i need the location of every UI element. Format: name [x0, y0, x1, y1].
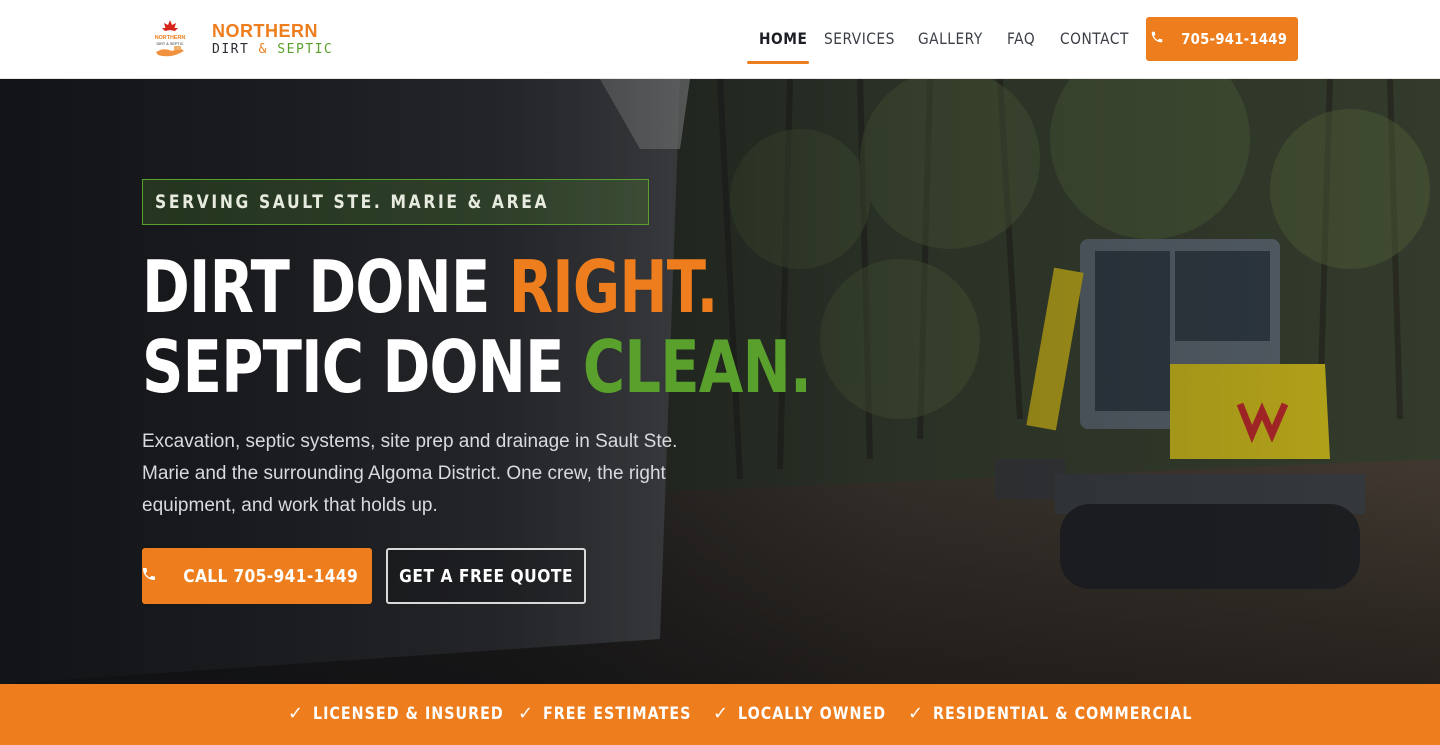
- site-header: NORTHERN DIRT & SEPTIC NORTHERN DIRT & S…: [0, 0, 1440, 79]
- brand-name-line1: NORTHERN: [212, 21, 318, 41]
- free-quote-button[interactable]: GET A FREE QUOTE: [386, 548, 586, 604]
- brand-wordmark: NORTHERN DIRT & SEPTIC: [212, 22, 333, 56]
- hero-section: SERVING SAULT STE. MARIE & AREA DIRT DON…: [0, 79, 1440, 684]
- mini-logo-line2: DIRT & SEPTIC: [156, 42, 183, 46]
- brand-ampersand: &: [258, 42, 268, 57]
- headline-line2-accent: CLEAN.: [582, 325, 812, 409]
- nav-services[interactable]: SERVICES: [824, 29, 895, 48]
- phone-icon: [1150, 30, 1164, 49]
- check-icon: ✓: [713, 703, 729, 723]
- trust-item-label: FREE ESTIMATES: [543, 703, 692, 724]
- service-area-badge: SERVING SAULT STE. MARIE & AREA: [142, 179, 649, 225]
- check-icon: ✓: [908, 703, 924, 723]
- headline-line2-white: SEPTIC DONE: [142, 325, 583, 409]
- headline-line1-accent: RIGHT.: [508, 245, 719, 329]
- trust-item-licensed: ✓ LICENSED & INSURED: [288, 703, 540, 724]
- free-quote-label: GET A FREE QUOTE: [399, 565, 573, 587]
- hero-description: Excavation, septic systems, site prep an…: [142, 431, 678, 516]
- header-call-button[interactable]: 705-941-1449: [1146, 17, 1298, 61]
- hero-call-label: CALL 705-941-1449: [183, 565, 359, 587]
- brand-name-line2: DIRT & SEPTIC: [212, 43, 333, 56]
- headline-line1-white: DIRT DONE: [142, 245, 509, 329]
- trust-item-residential: ✓ RESIDENTIAL & COMMERCIAL: [908, 703, 1242, 724]
- nav-contact[interactable]: CONTACT: [1060, 29, 1129, 48]
- service-area-text: SERVING SAULT STE. MARIE & AREA: [155, 191, 550, 213]
- nav-home[interactable]: HOME: [759, 29, 807, 48]
- brand-septic: SEPTIC: [277, 42, 334, 57]
- trust-bar: ✓ LICENSED & INSURED ✓ FREE ESTIMATES ✓ …: [0, 684, 1440, 745]
- nav-faq[interactable]: FAQ: [1007, 29, 1035, 48]
- trust-item-local: ✓ LOCALLY OWNED: [713, 703, 914, 724]
- phone-icon: [141, 566, 157, 587]
- check-icon: ✓: [288, 703, 304, 723]
- trust-item-estimates: ✓ FREE ESTIMATES: [518, 703, 720, 724]
- trust-item-label: LOCALLY OWNED: [738, 703, 887, 724]
- nav-gallery[interactable]: GALLERY: [918, 29, 983, 48]
- headline-line1: DIRT DONE RIGHT.: [142, 245, 718, 329]
- header-call-label: 705-941-1449: [1181, 30, 1287, 48]
- brand-logo-link[interactable]: NORTHERN DIRT & SEPTIC NORTHERN DIRT & S…: [150, 17, 333, 61]
- nav-active-indicator: [747, 61, 809, 64]
- trust-item-label: RESIDENTIAL & COMMERCIAL: [933, 703, 1193, 724]
- headline-line2: SEPTIC DONE CLEAN.: [142, 325, 812, 409]
- maple-leaf-logo-icon: NORTHERN DIRT & SEPTIC: [150, 18, 190, 60]
- hero-call-button[interactable]: CALL 705-941-1449: [142, 548, 372, 604]
- check-icon: ✓: [518, 703, 534, 723]
- trust-item-label: LICENSED & INSURED: [313, 703, 504, 724]
- brand-dirt: DIRT: [212, 42, 250, 57]
- hero-headline: DIRT DONE RIGHT. SEPTIC DONE CLEAN.: [142, 245, 812, 409]
- mini-logo-line1: NORTHERN: [155, 35, 186, 41]
